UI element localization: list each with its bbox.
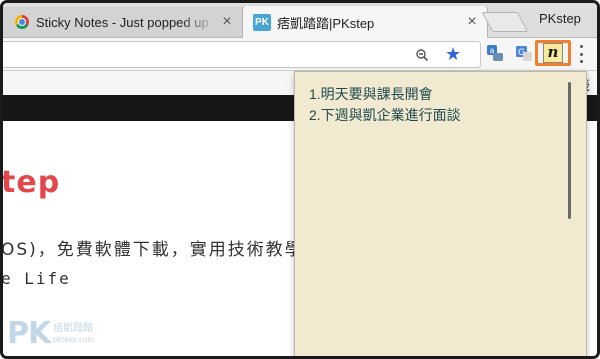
star-icon[interactable]: ★ (445, 45, 461, 63)
sticky-notes-icon[interactable]: n (535, 40, 571, 66)
site-description: OS)，免費軟體下載，實用技術教學 (1, 240, 304, 260)
tab-strip: Sticky Notes - Just popped up × PK 痞凱踏踏|… (3, 3, 597, 38)
translate-ext-icon[interactable]: a (485, 43, 505, 63)
watermark-cn: 痞凱踏踏 (53, 322, 94, 334)
site-tagline: e Life (1, 269, 71, 288)
browser-window: Sticky Notes - Just popped up × PK 痞凱踏踏|… (0, 0, 600, 359)
tab-title: Sticky Notes - Just popped up (36, 14, 209, 30)
google-translate-icon[interactable]: G (514, 43, 534, 63)
note-line: 2.下週與凱企業進行面談 (309, 107, 461, 123)
sticky-note-popup[interactable]: 1.明天要與課長開會 2.下週與凱企業進行面談 (294, 71, 587, 356)
tab-title: 痞凱踏踏|PKstep (277, 15, 375, 31)
tab-pkstep[interactable]: PK 痞凱踏踏|PKstep × (242, 6, 488, 38)
note-scrollbar[interactable] (568, 82, 571, 219)
address-bar[interactable]: ★ (3, 41, 481, 68)
watermark-logo-text: PK (7, 316, 51, 351)
watermark-en: pkstep.com (53, 334, 95, 344)
note-line: 1.明天要與課長開會 (309, 86, 433, 102)
site-heading: tep (1, 165, 61, 200)
sticky-notes-glyph: n (543, 43, 563, 63)
browser-toolbar: ★ a G n (3, 38, 597, 71)
pk-favicon-icon: PK (253, 13, 271, 31)
tab-sticky-notes[interactable]: Sticky Notes - Just popped up × (3, 7, 243, 37)
profile-name[interactable]: PKstep (539, 11, 581, 26)
zoom-out-icon[interactable] (416, 49, 428, 61)
new-tab-button[interactable] (481, 12, 529, 32)
tab-close-icon[interactable]: × (216, 13, 238, 31)
chrome-menu-icon[interactable] (578, 45, 584, 63)
chrome-icon (15, 15, 29, 29)
tab-close-icon[interactable]: × (461, 13, 483, 31)
pk-watermark-logo: PK 痞凱踏踏 pkstep.com (7, 316, 94, 351)
sticky-note-textarea[interactable]: 1.明天要與課長開會 2.下週與凱企業進行面談 (309, 84, 461, 126)
